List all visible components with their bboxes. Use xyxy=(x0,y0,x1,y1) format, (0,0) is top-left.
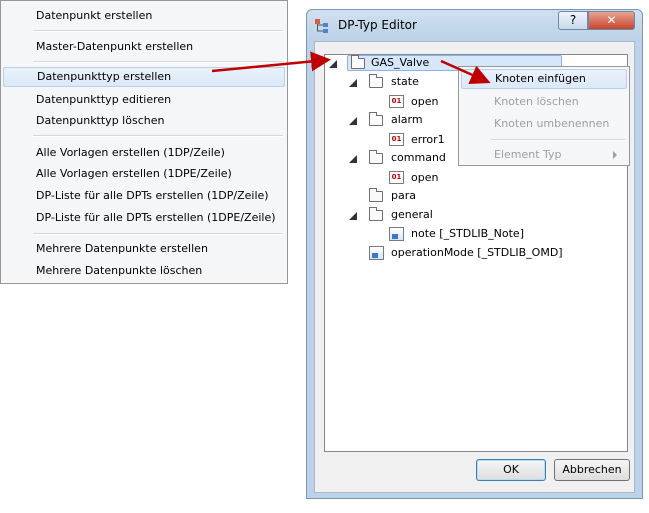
folder-icon xyxy=(369,74,383,88)
menu-item-dp-list-1dp[interactable]: DP-Liste für alle DPTs erstellen (1DP/Ze… xyxy=(3,186,285,206)
expand-arrow-icon[interactable] xyxy=(329,60,337,68)
tree-node-general-note[interactable]: note [_STDLIB_Note] xyxy=(411,225,524,243)
type-reference-icon xyxy=(369,246,384,260)
tree-context-menu: Knoten einfügen Knoten löschen Knoten um… xyxy=(458,66,630,166)
menu-item-insert-node[interactable]: Knoten einfügen xyxy=(461,69,627,89)
bit-element-icon: 01 xyxy=(389,95,404,108)
menu-separator xyxy=(33,61,283,63)
tree-node-alarm[interactable]: alarm xyxy=(391,111,423,129)
tree-node-para[interactable]: para xyxy=(391,187,416,205)
menu-item-all-templates-1dp[interactable]: Alle Vorlagen erstellen (1DP/Zeile) xyxy=(3,143,285,163)
folder-icon xyxy=(369,150,383,164)
menu-separator xyxy=(33,135,283,137)
type-reference-icon xyxy=(389,227,404,241)
tree-node-operation-mode[interactable]: operationMode [_STDLIB_OMD] xyxy=(391,244,563,262)
ok-button[interactable]: OK xyxy=(476,459,546,481)
folder-icon xyxy=(351,55,365,69)
menu-separator xyxy=(33,30,283,32)
tree-node-root[interactable]: GAS_Valve xyxy=(371,54,429,72)
tree-node-command-open[interactable]: open xyxy=(411,169,438,187)
tree-node-state[interactable]: state xyxy=(391,73,419,91)
cancel-button[interactable]: Abbrechen xyxy=(554,459,630,481)
menu-item-create-datapoint[interactable]: Datenpunkt erstellen xyxy=(3,6,285,26)
tree-node-command[interactable]: command xyxy=(391,149,446,167)
bit-element-icon: 01 xyxy=(389,133,404,146)
tree-node-state-open[interactable]: open xyxy=(411,93,438,111)
menu-separator xyxy=(33,233,283,235)
bit-element-icon: 01 xyxy=(389,171,404,184)
window-title: DP-Typ Editor xyxy=(338,18,417,32)
menu-item-create-datapoint-type[interactable]: Datenpunkttyp erstellen xyxy=(3,67,285,87)
tree-node-alarm-error[interactable]: error1 xyxy=(411,131,445,149)
expand-arrow-icon[interactable] xyxy=(349,212,357,220)
help-button[interactable]: ? xyxy=(558,11,588,30)
menu-item-create-master-datapoint[interactable]: Master-Datenpunkt erstellen xyxy=(3,37,285,57)
expand-arrow-icon[interactable] xyxy=(349,155,357,163)
menu-item-delete-node[interactable]: Knoten löschen xyxy=(461,92,627,112)
menu-item-edit-datapoint-type[interactable]: Datenpunkttyp editieren xyxy=(3,90,285,110)
menu-item-dp-list-1dpe[interactable]: DP-Liste für alle DPTs erstellen (1DPE/Z… xyxy=(3,208,285,228)
close-button[interactable]: ✕ xyxy=(588,11,635,30)
tree-node-general[interactable]: general xyxy=(391,206,433,224)
menu-item-delete-datapoint-type[interactable]: Datenpunkttyp löschen xyxy=(3,111,285,131)
menu-item-rename-node[interactable]: Knoten umbenennen xyxy=(461,114,627,134)
menu-item-all-templates-1dpe[interactable]: Alle Vorlagen erstellen (1DPE/Zeile) xyxy=(3,164,285,184)
context-menu: Datenpunkt erstellen Master-Datenpunkt e… xyxy=(0,0,288,284)
menu-item-create-multiple-datapoints[interactable]: Mehrere Datenpunkte erstellen xyxy=(3,239,285,259)
expand-arrow-icon[interactable] xyxy=(349,79,357,87)
menu-item-delete-multiple-datapoints[interactable]: Mehrere Datenpunkte löschen xyxy=(3,261,285,281)
menu-separator xyxy=(491,139,625,141)
folder-icon xyxy=(369,188,383,202)
menu-item-element-type[interactable]: Element Typ xyxy=(461,145,627,165)
folder-icon xyxy=(369,207,383,221)
expand-arrow-icon[interactable] xyxy=(349,117,357,125)
submenu-arrow-icon xyxy=(613,151,617,159)
app-icon xyxy=(315,19,328,33)
element-type-label: Element Typ xyxy=(494,148,562,161)
folder-icon xyxy=(369,112,383,126)
